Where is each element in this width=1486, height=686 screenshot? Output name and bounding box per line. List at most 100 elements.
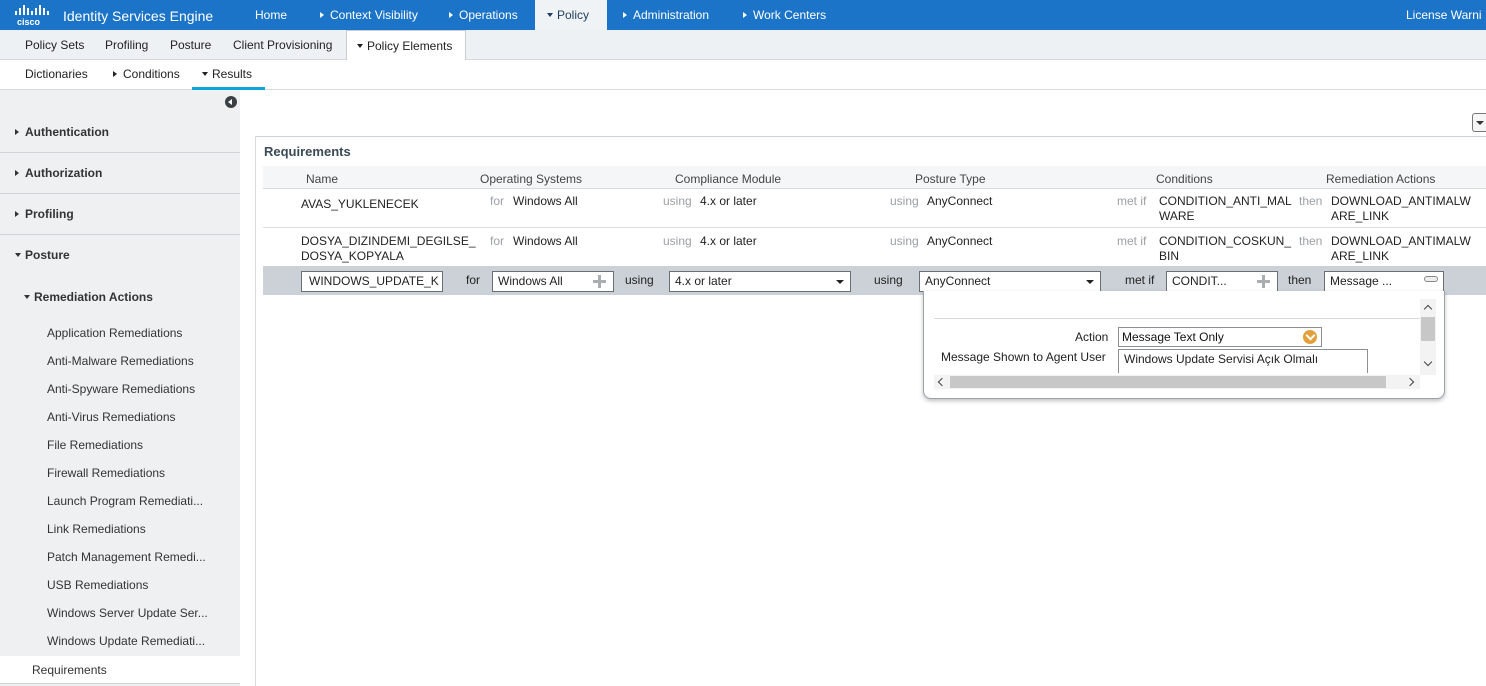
row-conditions: CONDITION_ANTI_MAL WARE [1159, 194, 1292, 223]
sidebar-section-label: Authorization [25, 166, 103, 180]
sidebar-subsection-label: Remediation Actions [34, 290, 153, 304]
scroll-left-icon[interactable] [937, 377, 947, 387]
sidebar-item-windows-update-remediations[interactable]: Windows Update Remediati... [0, 627, 240, 655]
scroll-up-icon[interactable] [1423, 304, 1433, 314]
horizontal-scrollbar-thumb[interactable] [950, 376, 1386, 388]
sidebar-item-launch-program-remediations[interactable]: Launch Program Remediati... [0, 487, 240, 515]
tab-profiling[interactable]: Profiling [95, 30, 158, 60]
requirement-name-input[interactable]: WINDOWS_UPDATE_K [301, 271, 443, 292]
column-header-remediation-actions: Remediation Actions [1326, 172, 1436, 186]
sidebar-subsection-remediation-actions[interactable]: Remediation Actions [0, 282, 240, 312]
operating-systems-field[interactable]: Windows All [492, 271, 614, 292]
collapse-popup-icon[interactable] [1424, 276, 1438, 282]
compliance-module-select[interactable]: 4.x or later [669, 271, 851, 292]
keyword-using: using [890, 194, 919, 208]
table-row[interactable]: DOSYA_DIZINDEMI_DEGILSE_ DOSYA_KOPYALA f… [263, 228, 1486, 267]
action-label: Action [1075, 330, 1109, 344]
keyword-for: for [490, 234, 505, 248]
sidebar-item-usb-remediations[interactable]: USB Remediations [0, 571, 240, 599]
keyword-using: using [663, 194, 692, 208]
sidebar-section-authorization[interactable]: Authorization [0, 153, 240, 194]
nav-policy-label: Policy [557, 8, 590, 22]
sidebar-item-windows-server-update-services[interactable]: Windows Server Update Ser... [0, 599, 240, 627]
tab-dictionaries[interactable]: Dictionaries [15, 60, 98, 90]
row-name: DOSYA_DIZINDEMI_DEGILSE_ DOSYA_KOPYALA [301, 234, 476, 263]
tab-policy-elements-label: Policy Elements [367, 39, 453, 53]
nav-operations-label: Operations [459, 8, 518, 22]
column-header-compliance-module: Compliance Module [675, 172, 782, 186]
vertical-scrollbar[interactable] [1420, 299, 1436, 375]
remediation-actions-popup: Action Message Text Only Message Shown t… [923, 291, 1445, 399]
row-posture-type: AnyConnect [927, 194, 993, 208]
sidebar-section-profiling[interactable]: Profiling [0, 194, 240, 235]
action-select[interactable]: Message Text Only [1118, 327, 1322, 347]
keyword-using: using [625, 273, 654, 287]
caret-down-icon [357, 44, 363, 48]
caret-right-icon [623, 12, 627, 18]
scroll-down-icon[interactable] [1423, 357, 1433, 367]
nav-context-visibility-label: Context Visibility [330, 8, 418, 22]
vertical-scrollbar-thumb[interactable] [1421, 317, 1435, 341]
sidebar-section-label: Posture [25, 248, 70, 262]
chevron-down-icon [1086, 280, 1094, 284]
caret-right-icon [449, 12, 453, 18]
tab-policy-sets[interactable]: Policy Sets [15, 30, 94, 60]
tab-conditions[interactable]: Conditions [103, 60, 190, 90]
sidebar: Authentication Authorization Profiling P… [0, 90, 240, 686]
row-remediation: DOWNLOAD_ANTIMALW ARE_LINK [1331, 234, 1471, 263]
options-dropdown-button[interactable] [1472, 113, 1486, 132]
keyword-met-if: met if [1117, 194, 1147, 208]
sidebar-item-firewall-remediations[interactable]: Firewall Remediations [0, 459, 240, 487]
nav-home[interactable]: Home [243, 0, 299, 30]
caret-right-icon [320, 12, 324, 18]
horizontal-scrollbar[interactable] [934, 375, 1420, 389]
sidebar-section-label: Authentication [25, 125, 109, 139]
nav-policy[interactable]: Policy [535, 0, 607, 30]
add-plus-icon[interactable] [593, 275, 606, 288]
tab-results[interactable]: Results [192, 60, 265, 90]
caret-right-icon [15, 129, 19, 135]
add-plus-icon[interactable] [1257, 275, 1270, 288]
sidebar-item-anti-spyware-remediations[interactable]: Anti-Spyware Remediations [0, 375, 240, 403]
column-header-conditions: Conditions [1156, 172, 1213, 186]
caret-right-icon [743, 12, 747, 18]
compliance-module-value: 4.x or later [675, 274, 732, 288]
sidebar-item-patch-management-remediations[interactable]: Patch Management Remedi... [0, 543, 240, 571]
sidebar-item-anti-malware-remediations[interactable]: Anti-Malware Remediations [0, 347, 240, 375]
column-header-name: Name [306, 172, 339, 186]
license-warning-link[interactable]: License Warni [1406, 0, 1482, 30]
keyword-using: using [663, 234, 692, 248]
tab-results-label: Results [212, 67, 253, 81]
sidebar-item-anti-virus-remediations[interactable]: Anti-Virus Remediations [0, 403, 240, 431]
sidebar-item-requirements[interactable]: Requirements [0, 656, 240, 684]
caret-down-icon [547, 13, 553, 17]
nav-operations[interactable]: Operations [437, 0, 530, 30]
keyword-then: then [1288, 273, 1312, 287]
sidebar-section-posture[interactable]: Posture [0, 235, 240, 276]
scroll-right-icon[interactable] [1405, 377, 1415, 387]
sidebar-item-link-remediations[interactable]: Link Remediations [0, 515, 240, 543]
nav-administration-label: Administration [633, 8, 710, 22]
sidebar-item-file-remediations[interactable]: File Remediations [0, 431, 240, 459]
tab-policy-elements[interactable]: Policy Elements [346, 30, 466, 61]
caret-right-icon [15, 170, 19, 176]
caret-down-icon [24, 295, 30, 299]
keyword-met-if: met if [1125, 273, 1155, 287]
caret-down-icon [15, 253, 21, 257]
nav-work-centers[interactable]: Work Centers [731, 0, 838, 30]
tab-posture[interactable]: Posture [160, 30, 221, 60]
agent-message-input[interactable]: Windows Update Servisi Açık Olmalı [1118, 349, 1368, 373]
sidebar-item-application-remediations[interactable]: Application Remediations [0, 319, 240, 347]
cisco-logo: cisco [15, 5, 49, 27]
sidebar-section-authentication[interactable]: Authentication [0, 112, 240, 153]
tab-client-provisioning[interactable]: Client Provisioning [223, 30, 342, 60]
table-row[interactable]: AVAS_YUKLENECEK for Windows All using 4.… [263, 189, 1486, 228]
row-module: 4.x or later [700, 234, 757, 248]
collapse-sidebar-icon[interactable] [225, 96, 237, 108]
nav-administration[interactable]: Administration [611, 0, 721, 30]
conditions-field[interactable]: CONDIT... [1166, 271, 1278, 292]
nav-context-visibility[interactable]: Context Visibility [308, 0, 430, 30]
operating-systems-value: Windows All [498, 274, 563, 288]
column-header-operating-systems: Operating Systems [480, 172, 583, 186]
posture-type-select[interactable]: AnyConnect [919, 271, 1101, 292]
